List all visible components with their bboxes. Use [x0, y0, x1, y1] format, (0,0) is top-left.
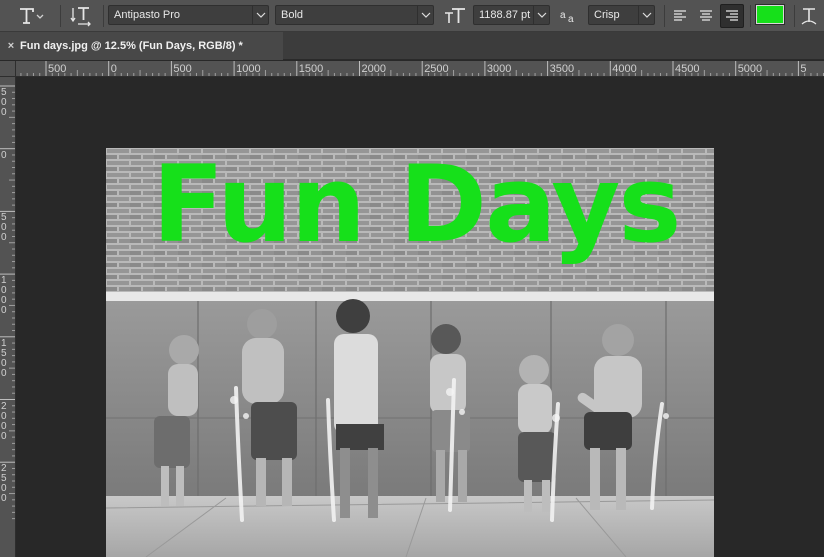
- ruler-label: 0: [1, 430, 7, 442]
- chevron-down-icon: [638, 6, 654, 24]
- ruler-label: 0: [1, 493, 7, 505]
- ruler-label: 3000: [486, 63, 512, 75]
- align-left-icon: [674, 10, 686, 21]
- align-right-icon: [726, 10, 738, 21]
- text-orientation-icon[interactable]: [68, 0, 96, 32]
- text-color-swatch[interactable]: [755, 4, 785, 25]
- fun-days-text-layer[interactable]: Fun Days: [152, 148, 712, 280]
- ruler-label: 0: [110, 63, 117, 75]
- align-left-button[interactable]: [668, 4, 692, 28]
- ruler-label: 1500: [298, 63, 324, 75]
- ruler-label: 2500: [424, 63, 449, 75]
- ruler-label: 2: [1, 400, 7, 412]
- photoshop-window: Antipasto Pro Bold 1188.87 pt a a Crisp: [0, 0, 824, 557]
- font-size-icon: [442, 0, 468, 32]
- chevron-down-icon: [533, 6, 549, 24]
- font-size-value: 1188.87 pt: [479, 9, 531, 21]
- ruler-label: 4500: [675, 63, 700, 75]
- ruler-label: 5: [800, 63, 807, 75]
- antialias-dropdown[interactable]: Crisp: [588, 5, 655, 25]
- ruler-label: 500: [173, 63, 192, 75]
- close-tab-icon[interactable]: ×: [2, 40, 20, 52]
- vertical-ruler[interactable]: 50005001000150020002500: [0, 77, 16, 557]
- font-style-value: Bold: [281, 9, 304, 21]
- ruler-label: 0: [1, 305, 7, 317]
- ruler-label: 5000: [737, 63, 763, 75]
- canvas-area[interactable]: Fun Days: [17, 78, 824, 557]
- antialias-value: Crisp: [594, 9, 620, 21]
- align-center-button[interactable]: [694, 4, 718, 28]
- ruler-label: 0: [1, 410, 7, 422]
- ruler-label: 1000: [236, 63, 261, 75]
- type-tool-icon[interactable]: [14, 0, 48, 32]
- ruler-label: 4000: [612, 63, 637, 75]
- font-style-dropdown[interactable]: Bold: [275, 5, 434, 25]
- ruler-label: 0: [1, 149, 7, 161]
- options-bar: Antipasto Pro Bold 1188.87 pt a a Crisp: [0, 0, 824, 32]
- ruler-label: 3500: [549, 63, 575, 75]
- ruler-origin[interactable]: [0, 61, 16, 77]
- font-size-field[interactable]: 1188.87 pt: [473, 5, 550, 25]
- align-right-button[interactable]: [720, 4, 744, 28]
- document-tab[interactable]: × Fun days.jpg @ 12.5% (Fun Days, RGB/8)…: [0, 32, 283, 60]
- ruler-label: 0: [1, 107, 7, 118]
- align-center-icon: [700, 10, 712, 21]
- document-tab-title: Fun days.jpg @ 12.5% (Fun Days, RGB/8) *: [20, 40, 243, 52]
- antialias-icon: a a: [557, 0, 581, 32]
- svg-text:a: a: [568, 14, 574, 24]
- ruler-label: 0: [1, 232, 7, 244]
- ruler-label: 0: [1, 367, 7, 379]
- font-family-dropdown[interactable]: Antipasto Pro: [108, 5, 269, 25]
- ruler-label: 0: [1, 420, 7, 432]
- chevron-down-icon: [252, 6, 268, 24]
- document-tab-bar: × Fun days.jpg @ 12.5% (Fun Days, RGB/8)…: [0, 32, 824, 60]
- font-family-value: Antipasto Pro: [114, 9, 181, 21]
- document-image[interactable]: Fun Days: [106, 148, 714, 557]
- svg-text:a: a: [560, 10, 566, 21]
- ruler-label: 500: [48, 63, 67, 75]
- warp-text-icon[interactable]: [798, 0, 820, 32]
- ruler-label: 2000: [361, 63, 386, 75]
- chevron-down-icon: [417, 6, 433, 24]
- horizontal-ruler[interactable]: 500 0 500 1000 1500 2000 2500 3000 3500 4000 4500 5…: [16, 61, 824, 77]
